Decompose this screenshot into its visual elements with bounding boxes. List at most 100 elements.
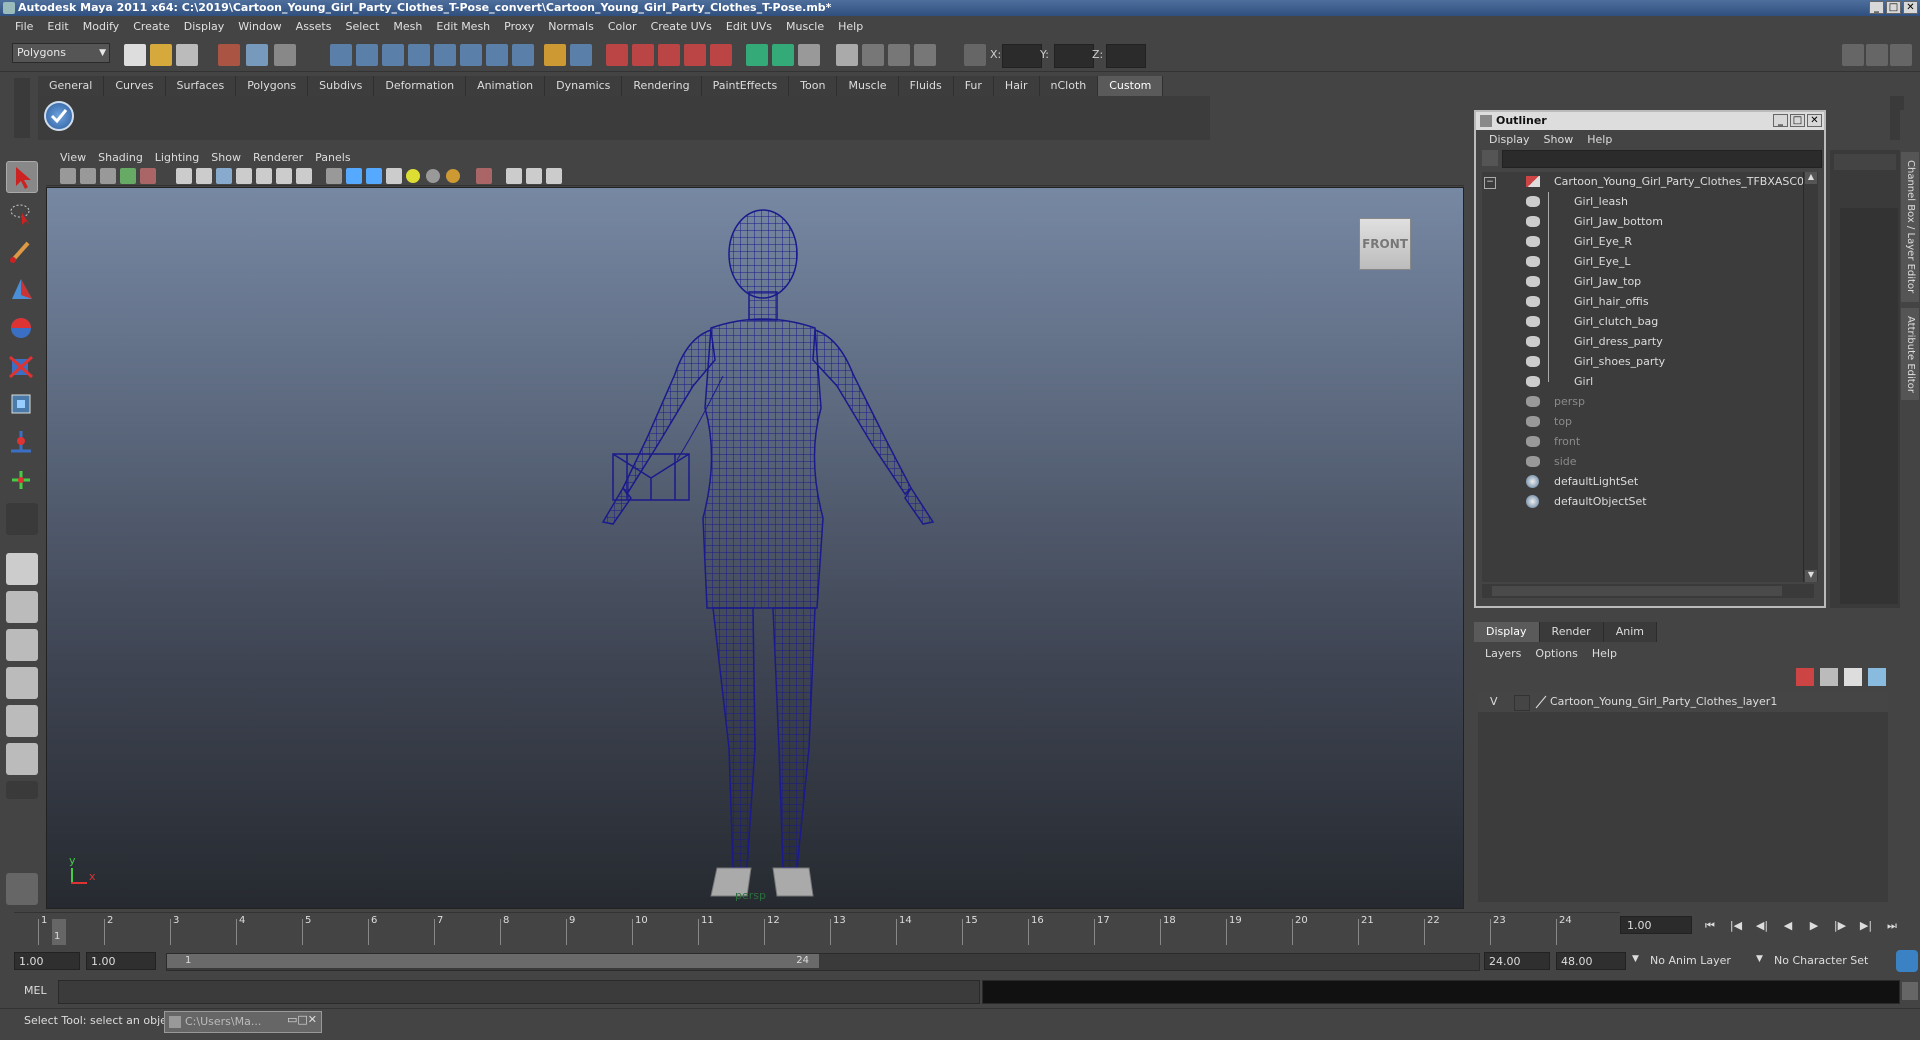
- create-layer-icon[interactable]: [1796, 668, 1814, 686]
- save-scene-icon[interactable]: [176, 44, 198, 66]
- show-channel-box-icon[interactable]: [1890, 44, 1912, 66]
- persp-hypergraph-layout-icon[interactable]: [6, 705, 38, 737]
- render-current-icon[interactable]: [746, 44, 768, 66]
- scroll-thumb[interactable]: [1492, 586, 1782, 596]
- outliner-item-row[interactable]: Girl_clutch_bag: [1482, 312, 1804, 332]
- open-scene-icon[interactable]: [150, 44, 172, 66]
- shelf-tab-rendering[interactable]: Rendering: [622, 76, 702, 96]
- panel-menu-shading[interactable]: Shading: [92, 151, 149, 164]
- layer-visibility-toggle[interactable]: V: [1490, 692, 1498, 712]
- shelf-tab-animation[interactable]: Animation: [466, 76, 546, 96]
- panel-menu-lighting[interactable]: Lighting: [149, 151, 205, 164]
- command-input[interactable]: [58, 980, 980, 1004]
- shelf-tab-hair[interactable]: Hair: [993, 76, 1040, 96]
- rotate-tool-icon[interactable]: [6, 313, 38, 345]
- character-set-dropdown[interactable]: No Character Set: [1770, 952, 1880, 970]
- menu-muscle[interactable]: Muscle: [779, 20, 831, 33]
- collapse-icon[interactable]: −: [1484, 177, 1496, 189]
- layer-color-swatch[interactable]: [1534, 695, 1548, 709]
- shelf-tab-dynamics[interactable]: Dynamics: [545, 76, 623, 96]
- minimized-window-task[interactable]: C:\Users\Ma... ▭□✕: [164, 1011, 322, 1033]
- z-field[interactable]: [1106, 44, 1146, 68]
- image-plane-icon[interactable]: [120, 168, 136, 184]
- scroll-up-icon[interactable]: ▲: [1805, 172, 1817, 184]
- outliner-menu-help[interactable]: Help: [1580, 133, 1619, 146]
- soft-modification-icon[interactable]: [6, 427, 38, 459]
- frame-all-icon[interactable]: [506, 168, 522, 184]
- layer-tab-anim[interactable]: Anim: [1603, 622, 1657, 642]
- outliner-close-button[interactable]: ✕: [1807, 114, 1822, 127]
- step-forward-key-icon[interactable]: |▶: [1830, 917, 1850, 935]
- current-frame-field[interactable]: 1.00: [1620, 916, 1692, 934]
- outliner-camera-row[interactable]: side: [1482, 452, 1804, 472]
- isolate-select-icon[interactable]: [326, 168, 342, 184]
- persp-graph-layout-icon[interactable]: [6, 667, 38, 699]
- anim-layer-dropdown[interactable]: No Anim Layer: [1646, 952, 1756, 970]
- scroll-down-icon[interactable]: ▼: [1805, 570, 1817, 582]
- outliner-item-row[interactable]: Girl_Eye_L: [1482, 252, 1804, 272]
- wireframe-icon[interactable]: [176, 168, 192, 184]
- outliner-item-row[interactable]: Girl_Jaw_bottom: [1482, 212, 1804, 232]
- outliner-horizontal-scrollbar[interactable]: [1482, 584, 1814, 598]
- outliner-item-row[interactable]: Girl_Jaw_top: [1482, 272, 1804, 292]
- snap-point-icon[interactable]: [382, 44, 404, 66]
- snap-plane-icon[interactable]: [408, 44, 430, 66]
- menu-color[interactable]: Color: [601, 20, 644, 33]
- xray-icon[interactable]: [296, 168, 312, 184]
- four-view-layout-icon[interactable]: [6, 591, 38, 623]
- shelf-menu-handle[interactable]: [14, 78, 30, 138]
- default-light-icon[interactable]: [406, 169, 420, 183]
- new-scene-icon[interactable]: [124, 44, 146, 66]
- outliner-minimize-button[interactable]: _: [1773, 114, 1788, 127]
- shelf-tab-subdivs[interactable]: Subdivs: [308, 76, 375, 96]
- step-back-frame-icon[interactable]: |◀: [1726, 917, 1746, 935]
- end-time-field[interactable]: 48.00: [1556, 952, 1626, 970]
- scale-tool-icon[interactable]: [6, 351, 38, 383]
- select-tool-icon[interactable]: [6, 161, 38, 193]
- add-to-layer-icon[interactable]: [1868, 668, 1886, 686]
- outliner-maximize-button[interactable]: □: [1790, 114, 1805, 127]
- camera-attributes-icon[interactable]: [80, 168, 96, 184]
- layer-menu-help[interactable]: Help: [1585, 647, 1624, 660]
- shelf-tab-deformation[interactable]: Deformation: [374, 76, 467, 96]
- hypershade-icon[interactable]: [836, 44, 858, 66]
- shelf-tab-muscle[interactable]: Muscle: [837, 76, 899, 96]
- panel-menu-view[interactable]: View: [54, 151, 92, 164]
- new-layer-from-selection-icon[interactable]: [1844, 668, 1862, 686]
- shelf-tab-custom[interactable]: Custom: [1098, 76, 1164, 96]
- batch-render-icon[interactable]: [888, 44, 910, 66]
- auto-key-icon[interactable]: [1896, 950, 1918, 972]
- select-hierarchy-icon[interactable]: [218, 44, 240, 66]
- shelf-tab-painteffects[interactable]: PaintEffects: [701, 76, 790, 96]
- shelf-tab-surfaces[interactable]: Surfaces: [165, 76, 237, 96]
- frame-selected-icon[interactable]: [526, 168, 542, 184]
- layer-menu-layers[interactable]: Layers: [1478, 647, 1528, 660]
- shadows-icon[interactable]: [276, 168, 292, 184]
- outliner-vertical-scrollbar[interactable]: ▲ ▼: [1803, 172, 1818, 582]
- construction-history-icon[interactable]: [632, 44, 654, 66]
- last-tool-used-icon[interactable]: [6, 503, 38, 535]
- outliner-set-row[interactable]: defaultObjectSet: [1482, 492, 1804, 512]
- outliner-filter-field[interactable]: [1502, 150, 1822, 168]
- select-object-icon[interactable]: [246, 44, 268, 66]
- panel-menu-show[interactable]: Show: [205, 151, 247, 164]
- range-slider-handle[interactable]: 1 24: [167, 954, 819, 968]
- outliner-camera-row[interactable]: front: [1482, 432, 1804, 452]
- show-attribute-editor-icon[interactable]: [1842, 44, 1864, 66]
- menu-set-dropdown[interactable]: Polygons ▼: [12, 43, 110, 63]
- playback-end-field[interactable]: 24.00: [1484, 952, 1550, 970]
- viewcube[interactable]: FRONT: [1359, 218, 1411, 270]
- channel-box-tab[interactable]: Channel Box / Layer Editor: [1901, 152, 1919, 302]
- show-manipulator-icon[interactable]: [6, 465, 38, 497]
- output-ops-icon[interactable]: [710, 44, 732, 66]
- selection-highlight-icon[interactable]: [476, 168, 492, 184]
- step-forward-frame-icon[interactable]: ▶|: [1856, 917, 1876, 935]
- snap-curve-icon[interactable]: [356, 44, 378, 66]
- menu-mesh[interactable]: Mesh: [386, 20, 429, 33]
- outliner-menu-show[interactable]: Show: [1537, 133, 1581, 146]
- attribute-editor-tab[interactable]: Attribute Editor: [1901, 308, 1919, 400]
- play-backwards-icon[interactable]: ◀: [1778, 917, 1798, 935]
- maximize-button[interactable]: □: [1886, 1, 1901, 14]
- quick-layout-icon[interactable]: [6, 873, 38, 905]
- layer-tab-display[interactable]: Display: [1474, 622, 1540, 642]
